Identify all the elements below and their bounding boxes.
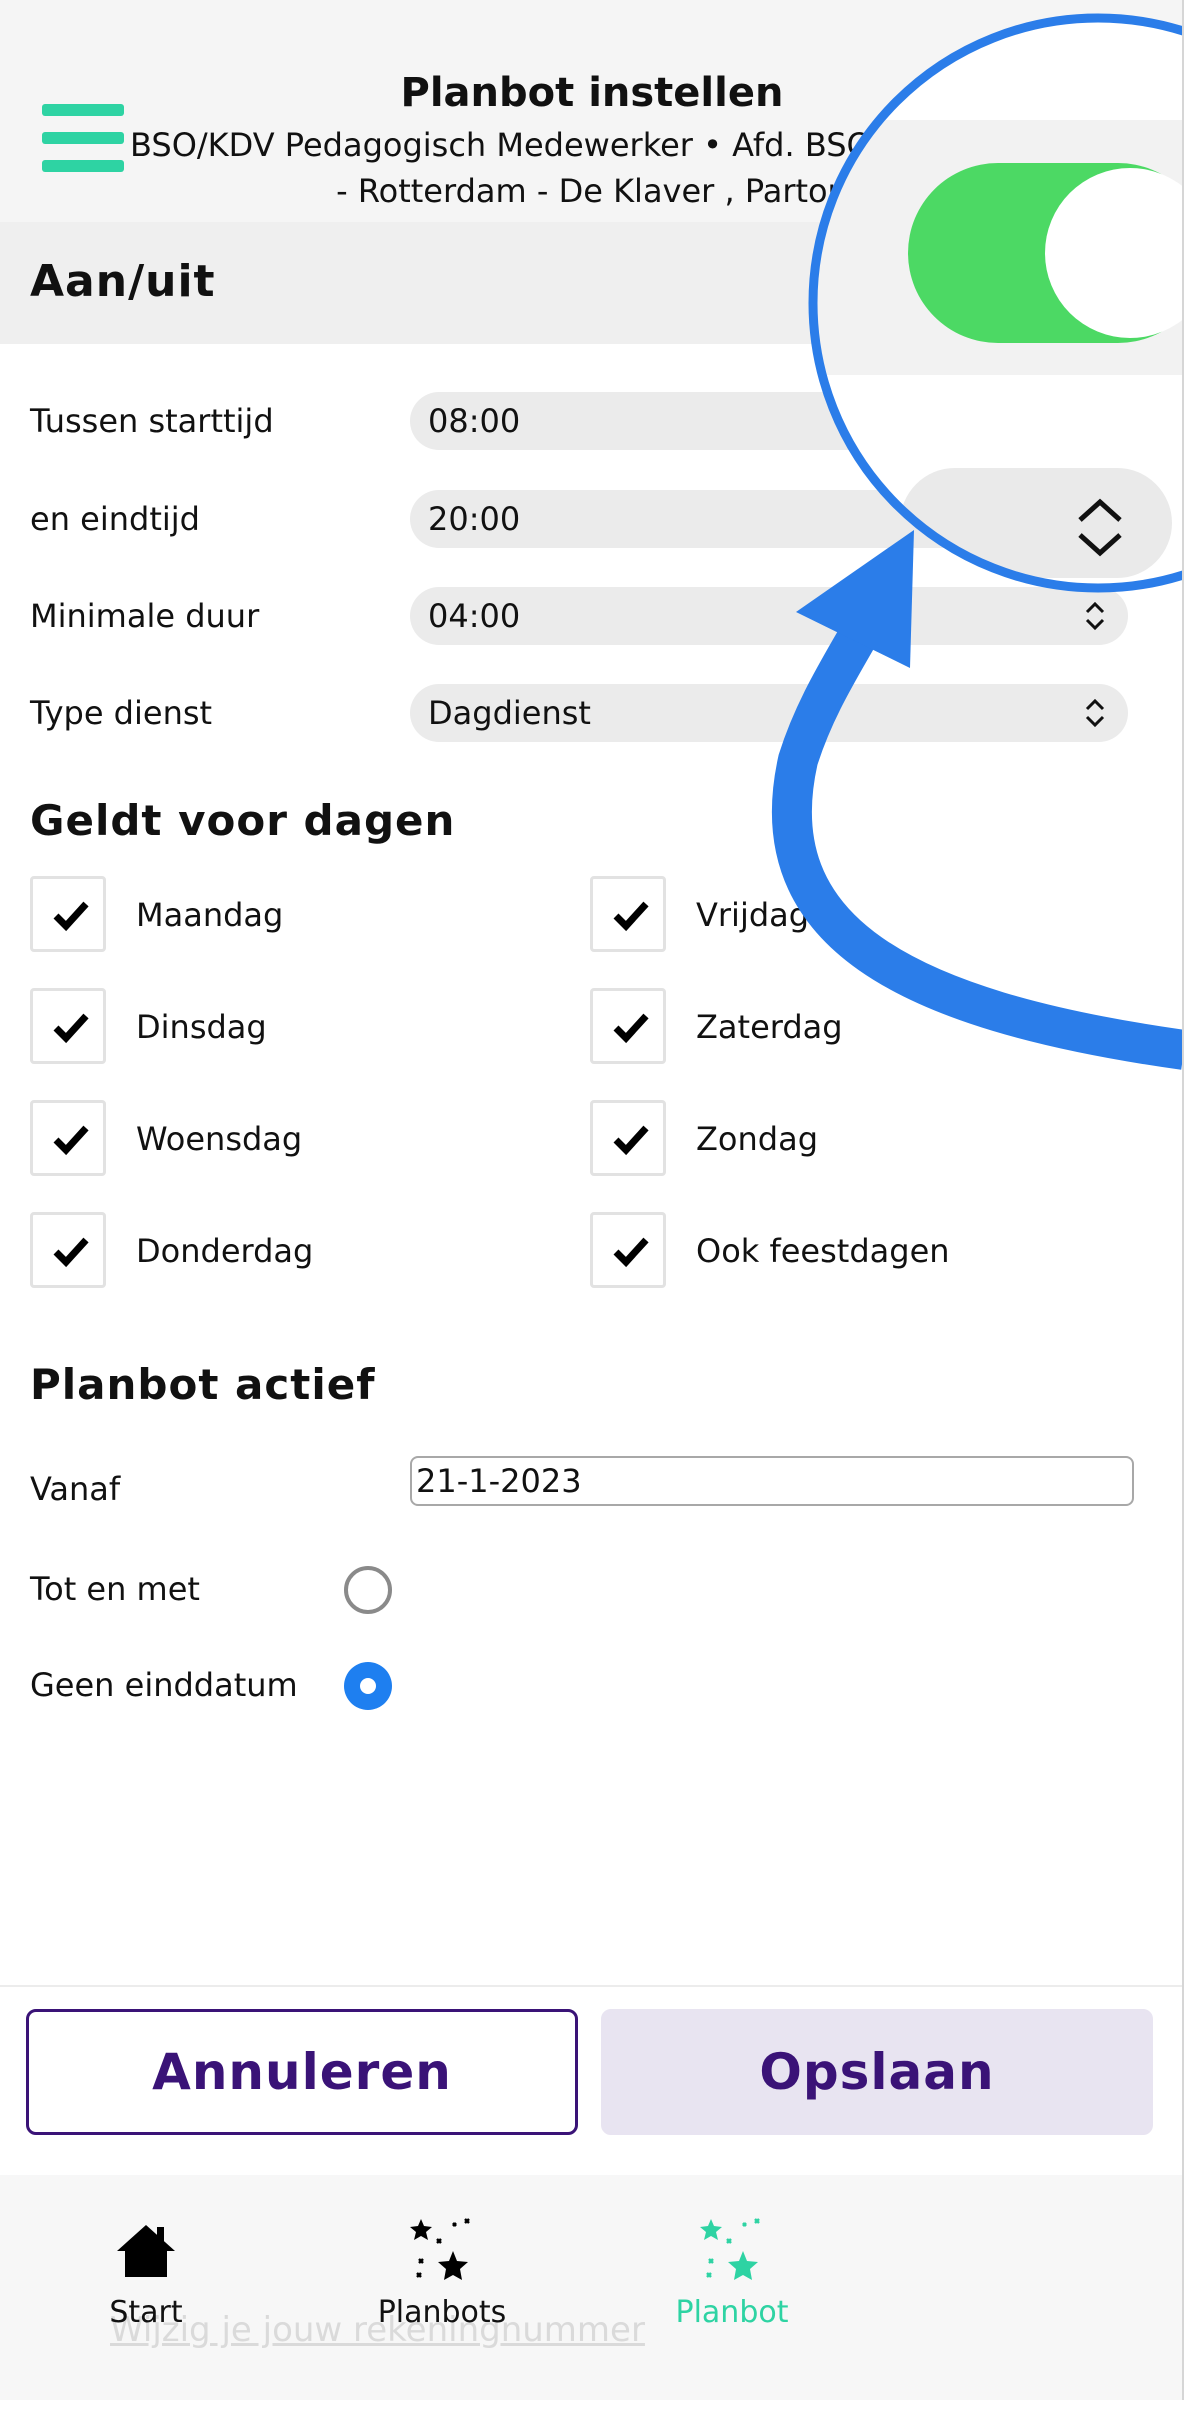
nav-label: Planbots xyxy=(377,2295,507,2330)
start-time-value: 08:00 xyxy=(428,402,521,440)
end-time-value: 20:00 xyxy=(428,500,521,538)
page-subtitle-line2: - Rotterdam - De Klaver , Partou xyxy=(336,172,848,210)
checkmark-icon xyxy=(53,1013,89,1044)
checkbox-woensdag[interactable] xyxy=(30,1100,106,1176)
radio-until[interactable] xyxy=(344,1566,392,1614)
min-duration-select[interactable]: 04:00 xyxy=(410,587,1128,645)
nav-item-planbot[interactable]: Planbot xyxy=(622,2215,842,2330)
screen: Planbot instellen BSO/KDV Pedagogisch Me… xyxy=(0,0,1184,2400)
days-section-title: Geldt voor dagen xyxy=(30,796,456,845)
toggle-label: Aan/uit xyxy=(30,256,216,307)
checkbox-maandag[interactable] xyxy=(30,876,106,952)
annotation-arrow-shaft xyxy=(771,581,1182,1070)
checkmark-icon xyxy=(613,1237,649,1268)
nav-label: Planbot xyxy=(675,2295,789,2330)
chevron-updown-icon xyxy=(1085,698,1105,728)
shift-type-select[interactable]: Dagdienst xyxy=(410,684,1128,742)
day-label: Donderdag xyxy=(136,1232,314,1270)
start-time-field[interactable]: 08:00 xyxy=(410,392,1128,450)
bottom-nav: Wijzig je jouw rekeningnummer Start Plan… xyxy=(0,2175,1182,2400)
checkbox-zaterdag[interactable] xyxy=(590,988,666,1064)
min-duration-value: 04:00 xyxy=(428,597,521,635)
day-label: Zondag xyxy=(696,1120,819,1158)
day-label: Ook feestdagen xyxy=(696,1232,950,1270)
from-label: Vanaf xyxy=(30,1470,121,1508)
checkmark-icon xyxy=(613,1125,649,1156)
checkmark-icon xyxy=(53,901,89,932)
day-label: Dinsdag xyxy=(136,1008,267,1046)
header: Planbot instellen BSO/KDV Pedagogisch Me… xyxy=(0,0,1182,222)
page-title: Planbot instellen xyxy=(400,70,784,116)
day-label: Woensdag xyxy=(136,1120,303,1158)
toggle-section: Aan/uit xyxy=(0,222,1182,344)
stars-icon xyxy=(700,2218,760,2280)
save-button[interactable]: Opslaan xyxy=(601,2009,1153,2135)
until-label: Tot en met xyxy=(30,1570,200,1608)
end-time-label: en eindtijd xyxy=(30,500,200,538)
chevron-updown-icon xyxy=(1085,601,1105,631)
day-label: Zaterdag xyxy=(696,1008,843,1046)
checkbox-ook-feestdagen[interactable] xyxy=(590,1212,666,1288)
checkmark-icon xyxy=(53,1237,89,1268)
action-bar: Annuleren Opslaan xyxy=(0,1985,1182,2175)
checkmark-icon xyxy=(613,901,649,932)
checkmark-icon xyxy=(53,1125,89,1156)
start-time-label: Tussen starttijd xyxy=(30,402,274,440)
nav-item-planbots[interactable]: Planbots xyxy=(332,2215,552,2330)
from-date-value: 21-1-2023 xyxy=(416,1462,582,1500)
stars-icon xyxy=(410,2218,470,2280)
page-subtitle-line1: BSO/KDV Pedagogisch Medewerker • Afd. BS… xyxy=(130,126,933,164)
shift-type-label: Type dienst xyxy=(30,694,213,732)
cancel-button[interactable]: Annuleren xyxy=(26,2009,578,2135)
no-end-label: Geen einddatum xyxy=(30,1666,298,1704)
nav-label: Start xyxy=(109,2295,183,2330)
checkbox-zondag[interactable] xyxy=(590,1100,666,1176)
active-section-title: Planbot actief xyxy=(30,1360,376,1409)
shift-type-value: Dagdienst xyxy=(428,694,591,732)
from-date-input[interactable]: 21-1-2023 xyxy=(410,1456,1134,1506)
min-duration-label: Minimale duur xyxy=(30,597,260,635)
checkbox-vrijdag[interactable] xyxy=(590,876,666,952)
radio-no-end-date[interactable] xyxy=(344,1662,392,1710)
day-label: Maandag xyxy=(136,896,284,934)
checkmark-icon xyxy=(613,1013,649,1044)
nav-item-start[interactable]: Start xyxy=(36,2215,256,2330)
checkbox-dinsdag[interactable] xyxy=(30,988,106,1064)
home-icon xyxy=(117,2225,175,2277)
checkbox-donderdag[interactable] xyxy=(30,1212,106,1288)
day-label: Vrijdag xyxy=(696,896,810,934)
end-time-field[interactable]: 20:00 xyxy=(410,490,1128,548)
